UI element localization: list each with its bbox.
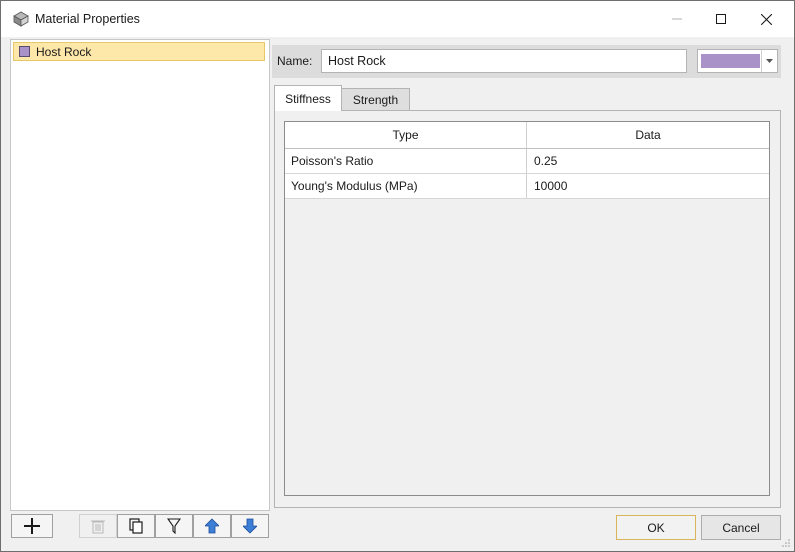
title-bar: Material Properties <box>1 1 794 37</box>
column-header-data[interactable]: Data <box>527 122 769 148</box>
delete-material-button[interactable] <box>79 514 117 538</box>
filter-button[interactable] <box>155 514 193 538</box>
name-input[interactable]: Host Rock <box>321 49 687 73</box>
close-icon <box>760 13 772 25</box>
resize-grip-icon[interactable] <box>781 538 791 548</box>
color-dropdown[interactable] <box>697 49 778 73</box>
table-row[interactable]: Young's Modulus (MPa) 10000 <box>285 174 769 199</box>
column-header-type[interactable]: Type <box>285 122 527 148</box>
material-list[interactable]: Host Rock <box>10 39 270 511</box>
cell-type: Young's Modulus (MPa) <box>285 174 527 198</box>
delete-icon <box>91 520 105 534</box>
cell-data[interactable]: 10000 <box>527 174 769 198</box>
tab-stiffness[interactable]: Stiffness <box>274 85 342 111</box>
close-button[interactable] <box>743 1 789 37</box>
move-down-icon <box>243 518 257 534</box>
dropdown-arrow-icon <box>761 50 777 72</box>
list-item-host-rock[interactable]: Host Rock <box>13 42 265 61</box>
copy-material-button[interactable] <box>117 514 155 538</box>
window-title: Material Properties <box>35 12 140 26</box>
material-properties-window: Material Properties Host Rock Name: Host… <box>0 0 795 552</box>
move-down-button[interactable] <box>231 514 269 538</box>
maximize-button[interactable] <box>698 1 744 37</box>
filter-icon <box>167 518 181 534</box>
ok-button[interactable]: OK <box>616 515 696 540</box>
maximize-icon <box>716 14 726 24</box>
minimize-button[interactable] <box>654 1 700 37</box>
properties-grid[interactable]: Type Data Poisson's Ratio 0.25 Young's M… <box>284 121 770 496</box>
move-up-button[interactable] <box>193 514 231 538</box>
cell-data[interactable]: 0.25 <box>527 149 769 173</box>
cell-type: Poisson's Ratio <box>285 149 527 173</box>
material-color-swatch <box>19 46 30 57</box>
move-up-icon <box>205 518 219 534</box>
add-material-button[interactable] <box>11 514 53 538</box>
copy-icon <box>129 518 143 534</box>
add-icon <box>24 518 40 534</box>
table-row[interactable]: Poisson's Ratio 0.25 <box>285 149 769 174</box>
tab-strength[interactable]: Strength <box>341 88 410 110</box>
cancel-button[interactable]: Cancel <box>701 515 781 540</box>
color-swatch <box>701 54 760 68</box>
list-item-label: Host Rock <box>36 45 92 59</box>
minimize-icon <box>672 18 682 20</box>
name-label: Name: <box>277 54 313 68</box>
material-properties-icon <box>13 11 29 27</box>
grid-header: Type Data <box>285 122 769 149</box>
